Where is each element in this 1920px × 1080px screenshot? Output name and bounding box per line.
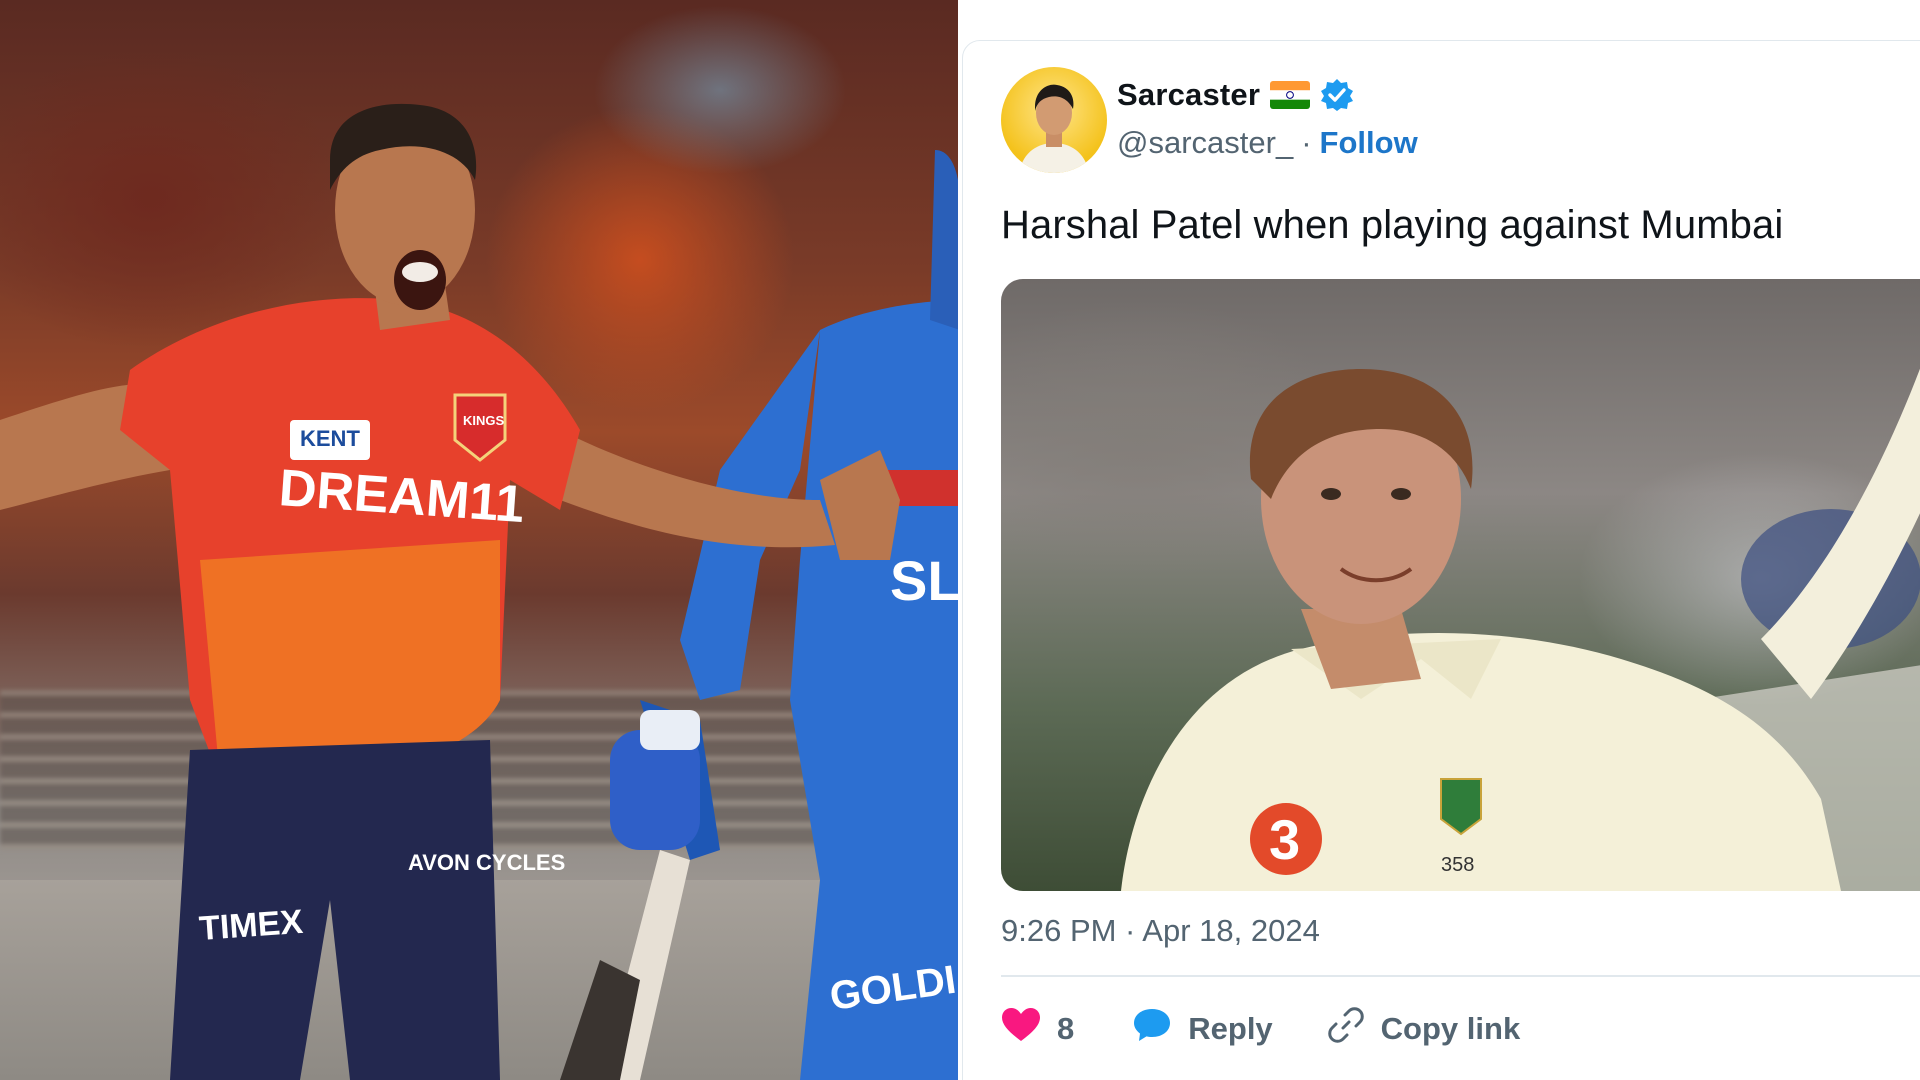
like-count: 8 bbox=[1057, 1011, 1075, 1046]
like-button[interactable]: 8 bbox=[1001, 1007, 1074, 1051]
team-badge-text: KINGS bbox=[463, 413, 505, 428]
user-handle[interactable]: @sarcaster_ bbox=[1117, 125, 1293, 161]
tweet-media-image[interactable]: 3 358 bbox=[1001, 279, 1920, 891]
display-name[interactable]: Sarcaster bbox=[1117, 77, 1260, 113]
link-icon bbox=[1327, 1006, 1365, 1052]
verified-badge-icon bbox=[1320, 78, 1354, 112]
tweet-card: Sarcaster @sarcaster_ · Follow Harshal P… bbox=[962, 40, 1920, 1080]
copy-link-button[interactable]: Copy link bbox=[1327, 1006, 1521, 1052]
follow-button[interactable]: Follow bbox=[1320, 125, 1418, 161]
avatar-portrait bbox=[1019, 84, 1089, 173]
timex-logo-text: TIMEX bbox=[198, 903, 305, 948]
reply-button[interactable]: Reply bbox=[1132, 1007, 1273, 1051]
tweet-header: Sarcaster @sarcaster_ · Follow bbox=[1001, 67, 1801, 177]
handle-separator: · bbox=[1301, 125, 1312, 160]
speech-bubble-icon bbox=[1132, 1007, 1172, 1051]
media-photo-cricketer: 3 358 bbox=[1121, 368, 1920, 891]
avatar[interactable] bbox=[1001, 67, 1107, 173]
copy-link-label: Copy link bbox=[1380, 1011, 1521, 1046]
avon-logo-text: AVON CYCLES bbox=[408, 850, 565, 875]
heart-icon bbox=[1001, 1007, 1041, 1051]
tweet-actions: 8 Reply Copy link bbox=[1001, 999, 1520, 1059]
tweet-text: Harshal Patel when playing against Mumba… bbox=[1001, 203, 1784, 247]
media-shirt-number: 358 bbox=[1441, 854, 1474, 876]
india-flag-icon bbox=[1270, 81, 1311, 109]
kent-logo-text: KENT bbox=[300, 426, 360, 451]
cricket-celebration-photo: GOLDI SL KINGS KENT DREAM11 TIMEX AVON C… bbox=[0, 0, 960, 1080]
action-divider bbox=[1001, 975, 1920, 977]
bowler-figure: KINGS KENT DREAM11 TIMEX AVON CYCLES bbox=[0, 103, 900, 1080]
reply-label: Reply bbox=[1188, 1011, 1273, 1046]
tweet-timestamp[interactable]: 9:26 PM · Apr 18, 2024 bbox=[1001, 913, 1320, 949]
media-sponsor-logo-text: 3 bbox=[1269, 808, 1300, 871]
